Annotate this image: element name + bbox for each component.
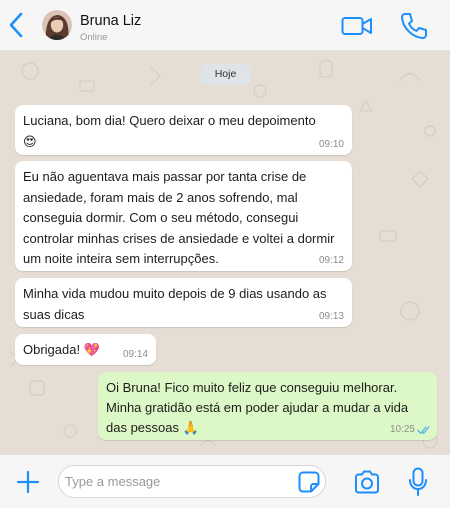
chat-area[interactable]: Hoje Luciana, bom dia! Quero deixar o me…: [0, 51, 450, 454]
message-time: 10:25: [389, 424, 415, 435]
message-bubble-outgoing[interactable]: Oi Bruna! Fico muito feliz que conseguiu…: [98, 372, 437, 440]
message-text: Minha vida mudou muito depois de 9 dias …: [23, 286, 331, 322]
message-bubble-incoming[interactable]: Obrigada! 💖 09:14: [15, 334, 156, 365]
chat-header: Bruna Liz Online: [0, 0, 450, 51]
message-text: Eu não aguentava mais passar por tanta c…: [23, 169, 339, 266]
composer-bar: [0, 454, 450, 508]
message-text: Oi Bruna! Fico muito feliz que conseguiu…: [106, 380, 412, 435]
message-time: 09:13: [318, 311, 344, 322]
message-time: 09:14: [122, 349, 148, 360]
sticker-icon[interactable]: [297, 470, 321, 494]
contact-name[interactable]: Bruna Liz: [80, 13, 141, 29]
microphone-icon[interactable]: [408, 467, 428, 497]
message-bubble-incoming[interactable]: Eu não aguentava mais passar por tanta c…: [15, 161, 352, 271]
phone-icon[interactable]: [399, 11, 429, 41]
plus-icon[interactable]: [16, 470, 40, 494]
avatar[interactable]: [42, 10, 72, 40]
message-bubble-incoming[interactable]: Luciana, bom dia! Quero deixar o meu dep…: [15, 105, 352, 155]
message-text: Luciana, bom dia! Quero deixar o meu dep…: [23, 113, 316, 149]
contact-status: Online: [80, 32, 108, 43]
message-time: 09:12: [318, 255, 344, 266]
camera-icon[interactable]: [353, 469, 381, 495]
double-check-icon: [417, 426, 430, 434]
message-input[interactable]: [58, 465, 326, 498]
message-bubble-incoming[interactable]: Minha vida mudou muito depois de 9 dias …: [15, 278, 352, 327]
day-separator: Hoje: [200, 64, 251, 85]
message-time: 09:10: [318, 139, 344, 150]
chevron-left-icon[interactable]: [6, 11, 28, 39]
video-call-icon[interactable]: [341, 14, 373, 38]
